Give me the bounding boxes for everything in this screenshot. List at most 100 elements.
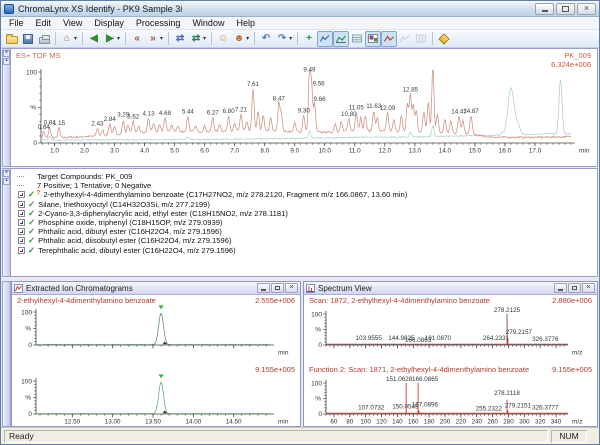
spectrum-maximize-button[interactable] (568, 283, 581, 293)
svg-text:10.80: 10.80 (341, 111, 357, 118)
print-icon (39, 37, 50, 44)
svg-text:5.0: 5.0 (170, 148, 179, 155)
compound-row[interactable]: ✓Phthalic acid, diisobutyl ester (C16H22… (17, 236, 593, 245)
compound-label[interactable]: Phthalic acid, dibutyl ester (C16H22O4, … (38, 227, 222, 236)
menu-file[interactable]: File (3, 18, 30, 28)
expand-icon[interactable] (18, 237, 25, 244)
compound-row[interactable]: ✓Phosphine oxide, triphenyl (C18H15OP, m… (17, 218, 593, 227)
view-browser-button[interactable] (365, 31, 381, 47)
previous-sample-button[interactable]: « (129, 31, 145, 47)
eic1-plot[interactable]: 100%0min (12, 305, 300, 364)
toolbar-separator (254, 32, 255, 45)
view-table-button[interactable] (349, 31, 365, 47)
title-bar: ChromaLynx XS Identify - PK9 Sample 3i × (1, 1, 599, 17)
eic2-plot[interactable]: 100%012.5013.0013.5014.0014.50min (12, 374, 300, 426)
eic-minimize-button[interactable] (257, 283, 270, 293)
chevron-down-icon: ▾ (289, 35, 292, 42)
compound-label[interactable]: Terephthalic acid, dibutyl ester (C16H22… (38, 246, 236, 255)
tree-root-label[interactable]: Target Compounds: PK_009 (37, 172, 132, 181)
tic-restore-button[interactable]: ▪ (3, 58, 10, 65)
svg-text:5.44: 5.44 (182, 109, 195, 116)
compound-label[interactable]: 2-ethylhexyl-4-4dimenthylamino benzoate … (43, 190, 407, 199)
compound-row[interactable]: ✓Terephthalic acid, dibutyl ester (C16H2… (17, 246, 593, 255)
eic2-intensity: 9.155e+005 (255, 365, 295, 374)
spectrum-close-button[interactable]: × (582, 283, 595, 293)
expand-icon[interactable] (18, 210, 25, 217)
display-options-button[interactable]: ⌂▾ (59, 31, 79, 47)
menu-window[interactable]: Window (186, 18, 230, 28)
compound-row[interactable]: ✓2-Cyano-3,3-diphenylacrylic acid, ethyl… (17, 209, 593, 218)
toolbar-separator (432, 32, 433, 45)
svg-text:191.0870: 191.0870 (425, 335, 452, 342)
menu-view[interactable]: View (57, 18, 88, 28)
menu-processing[interactable]: Processing (130, 18, 187, 28)
undo-button[interactable]: ↶ (258, 31, 274, 47)
view-chromatogram-button[interactable] (317, 31, 333, 47)
expand-icon[interactable] (18, 247, 25, 254)
svg-text:9.66: 9.66 (314, 96, 327, 103)
menu-display[interactable]: Display (88, 18, 130, 28)
menu-help[interactable]: Help (230, 18, 261, 28)
expand-icon[interactable] (18, 228, 25, 235)
compound-label[interactable]: Silane, triethoxyoctyl (C14H32O3Si, m/z … (38, 200, 210, 209)
process-button[interactable] (436, 31, 452, 47)
spectrum1-plot[interactable]: 100%0m/z103.9555144.9825166.0863191.0870… (304, 305, 597, 364)
spectrum2-scan-label: Function 2: Scan: 1871, 2-ethylhexyl-4-4… (309, 365, 529, 374)
confirm-compound-button[interactable]: ☺ (215, 31, 231, 47)
tree-connector (17, 176, 24, 177)
eic1-compound-name: 2-ethylhexyl-4-4dimenthylamino benzoate (17, 296, 156, 305)
svg-text:6.0: 6.0 (200, 148, 209, 155)
swap-right-icon: ⇄ (190, 33, 202, 45)
toolbar-separator (297, 32, 298, 45)
compound-row[interactable]: ✓Silane, triethoxyoctyl (C14H32O3Si, m/z… (17, 200, 593, 209)
redo-button[interactable]: ↷▾ (274, 31, 294, 47)
swap-left-button[interactable]: ⇄ (172, 31, 188, 47)
print-button[interactable] (36, 31, 52, 47)
eic-close-button[interactable]: × (285, 283, 298, 293)
maximize-button[interactable] (556, 3, 575, 15)
compound-label[interactable]: Phthalic acid, diisobutyl ester (C16H22O… (38, 236, 231, 245)
menu-edit[interactable]: Edit (30, 18, 58, 28)
expand-icon[interactable] (18, 201, 25, 208)
tic-close-button[interactable]: × (3, 50, 10, 57)
svg-text:100: 100 (26, 70, 37, 77)
chevron-down-icon: ▾ (117, 35, 120, 42)
expand-icon[interactable] (18, 191, 25, 198)
next-sample-button[interactable]: »▾ (145, 31, 165, 47)
save-button[interactable] (20, 31, 36, 47)
compound-label[interactable]: Phosphine oxide, triphenyl (C18H15OP, m/… (38, 218, 222, 227)
view-spectrum-button[interactable] (381, 31, 397, 47)
view-3d-icon (399, 33, 411, 45)
view-eic-button[interactable] (333, 31, 349, 47)
spectrum-minimize-button[interactable] (554, 283, 567, 293)
svg-text:6.80: 6.80 (223, 108, 236, 115)
compound-row[interactable]: ✓?2-ethylhexyl-4-4dimenthylamino benzoat… (17, 190, 593, 199)
maximize-icon (572, 286, 577, 290)
close-button[interactable]: × (577, 3, 596, 15)
svg-text:6.27: 6.27 (207, 110, 220, 117)
swap-right-button[interactable]: ⇄▾ (188, 31, 208, 47)
expand-icon[interactable] (18, 219, 25, 226)
open-button[interactable] (4, 31, 20, 47)
compounds-restore-button[interactable]: ▪ (3, 178, 10, 185)
previous-function-button[interactable]: ◀ (86, 31, 102, 47)
tic-plot[interactable]: 100%01.02.03.04.05.06.07.08.09.010.011.0… (11, 63, 597, 167)
process-icon (438, 33, 449, 44)
svg-text:14.00: 14.00 (185, 419, 201, 426)
next-function-button[interactable]: ▶▾ (102, 31, 122, 47)
full-screen-button[interactable]: + (301, 31, 317, 47)
svg-text:100: 100 (21, 379, 32, 386)
spectrum2-plot[interactable]: 100%060801001201401601802002202402602803… (304, 374, 597, 426)
compounds-close-button[interactable]: × (3, 170, 10, 177)
svg-text:9.0: 9.0 (290, 148, 299, 155)
minimize-button[interactable] (535, 3, 554, 15)
reject-compound-button[interactable]: ☻▾ (231, 31, 251, 47)
svg-text:9.49: 9.49 (303, 66, 316, 73)
compound-row[interactable]: ✓Phthalic acid, dibutyl ester (C16H22O4,… (17, 227, 593, 236)
undo-icon: ↶ (260, 33, 272, 45)
eic-maximize-button[interactable] (271, 283, 284, 293)
svg-text:7.0: 7.0 (230, 148, 239, 155)
svg-text:60: 60 (330, 419, 338, 426)
compound-label[interactable]: 2-Cyano-3,3-diphenylacrylic acid, ethyl … (38, 209, 288, 218)
toolbar-separator (55, 32, 56, 45)
